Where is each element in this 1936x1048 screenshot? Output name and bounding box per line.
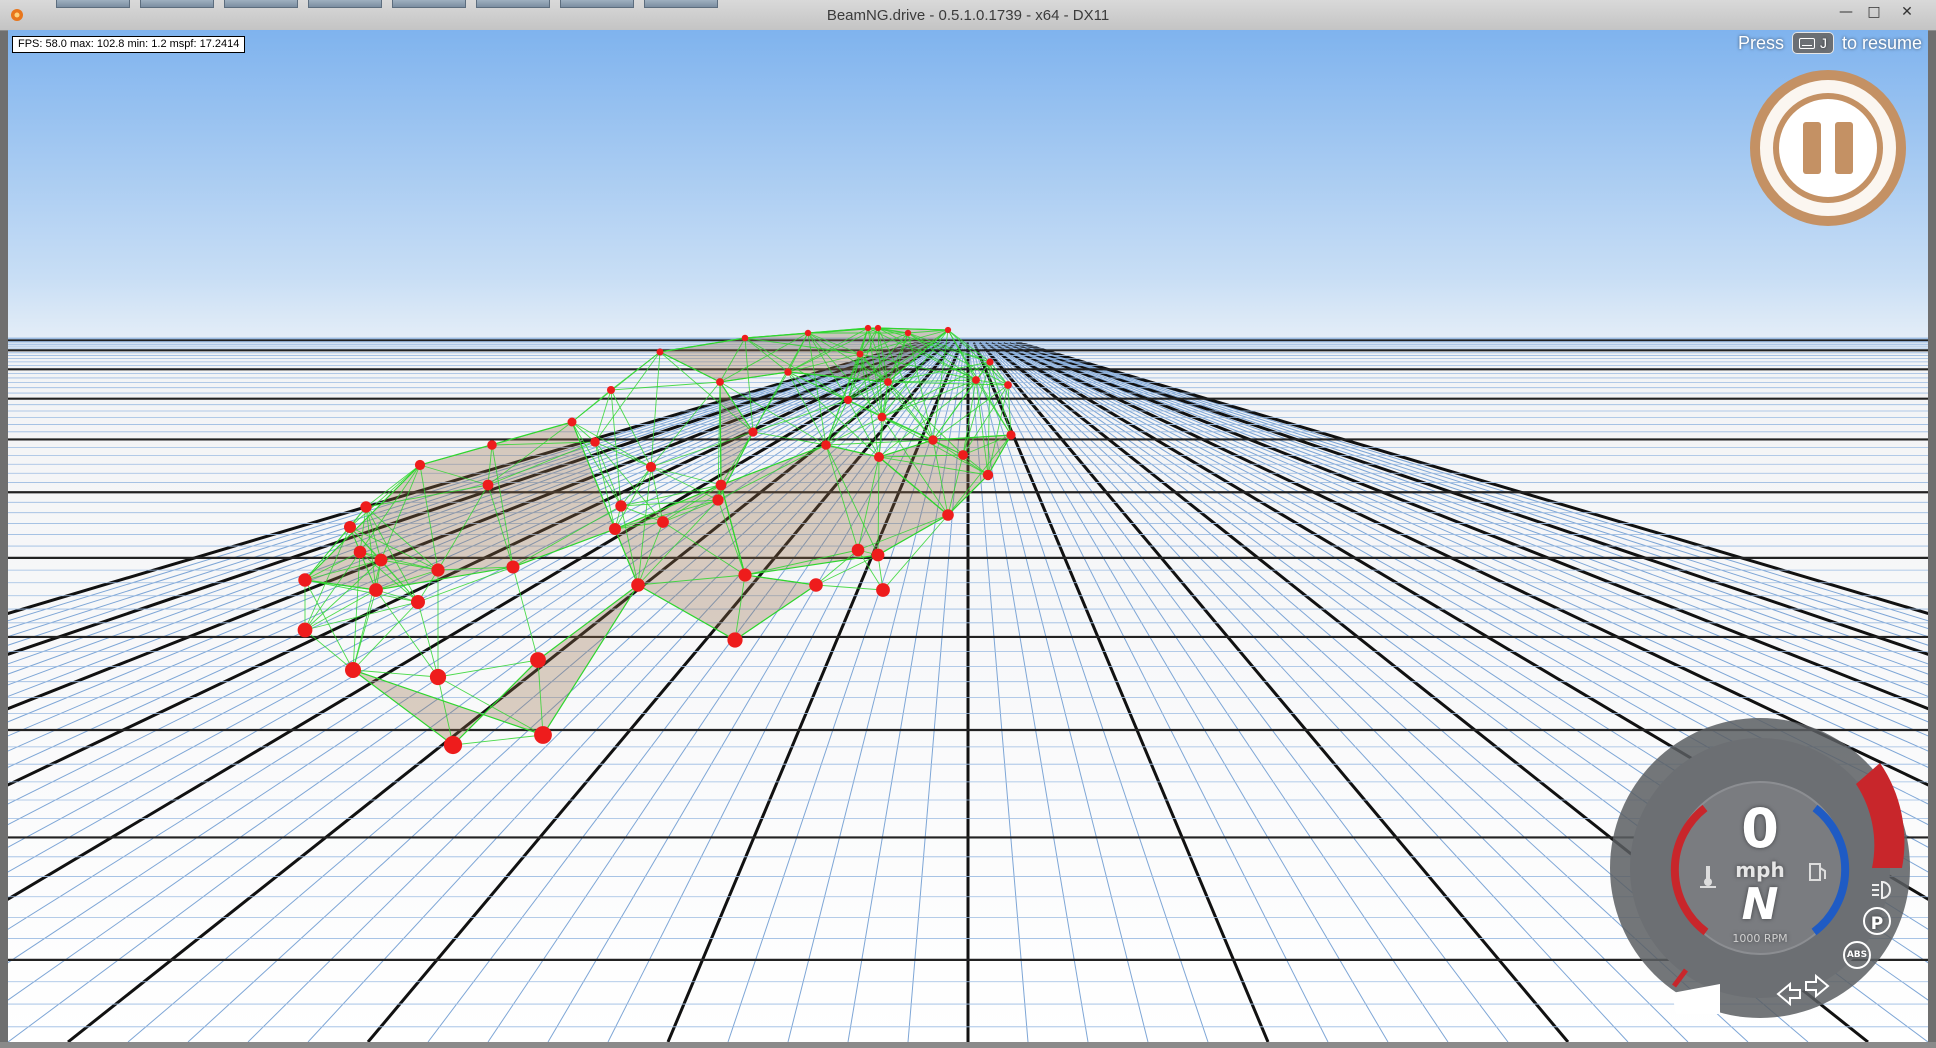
dashboard-gauge: 0 mph N 1000 RPM P ABS	[1610, 718, 1936, 1042]
pause-icon	[1773, 93, 1883, 203]
sky	[8, 30, 1928, 360]
resume-prefix: Press	[1738, 32, 1785, 53]
fps-counter: FPS: 58.0 max: 102.8 min: 1.2 mspf: 17.2…	[12, 36, 246, 53]
parking-brake-label: P	[1870, 914, 1884, 934]
resume-hint: Press J to resume	[1738, 32, 1922, 54]
keyboard-icon	[1799, 37, 1816, 49]
gear-indicator: N	[1741, 879, 1779, 930]
resume-suffix: to resume	[1842, 32, 1923, 53]
close-button[interactable]: ✕	[1895, 2, 1919, 22]
maximize-button[interactable]: □	[1862, 2, 1886, 22]
window-titlebar[interactable]: BeamNG.drive - 0.5.1.0.1739 - x64 - DX11…	[0, 0, 1936, 31]
rpm-readout: 1000 RPM	[1732, 932, 1788, 945]
window-bottom-border	[0, 1042, 1936, 1048]
resume-key-label: J	[1820, 35, 1828, 51]
minimize-button[interactable]: —	[1834, 2, 1858, 22]
abs-label: ABS	[1846, 950, 1868, 960]
resume-key: J	[1792, 32, 1835, 54]
taskbar-strip	[56, 0, 718, 8]
pause-button[interactable]	[1750, 70, 1906, 226]
window-title: BeamNG.drive - 0.5.1.0.1739 - x64 - DX11	[826, 7, 1110, 24]
speed-readout: 0	[1741, 797, 1779, 860]
